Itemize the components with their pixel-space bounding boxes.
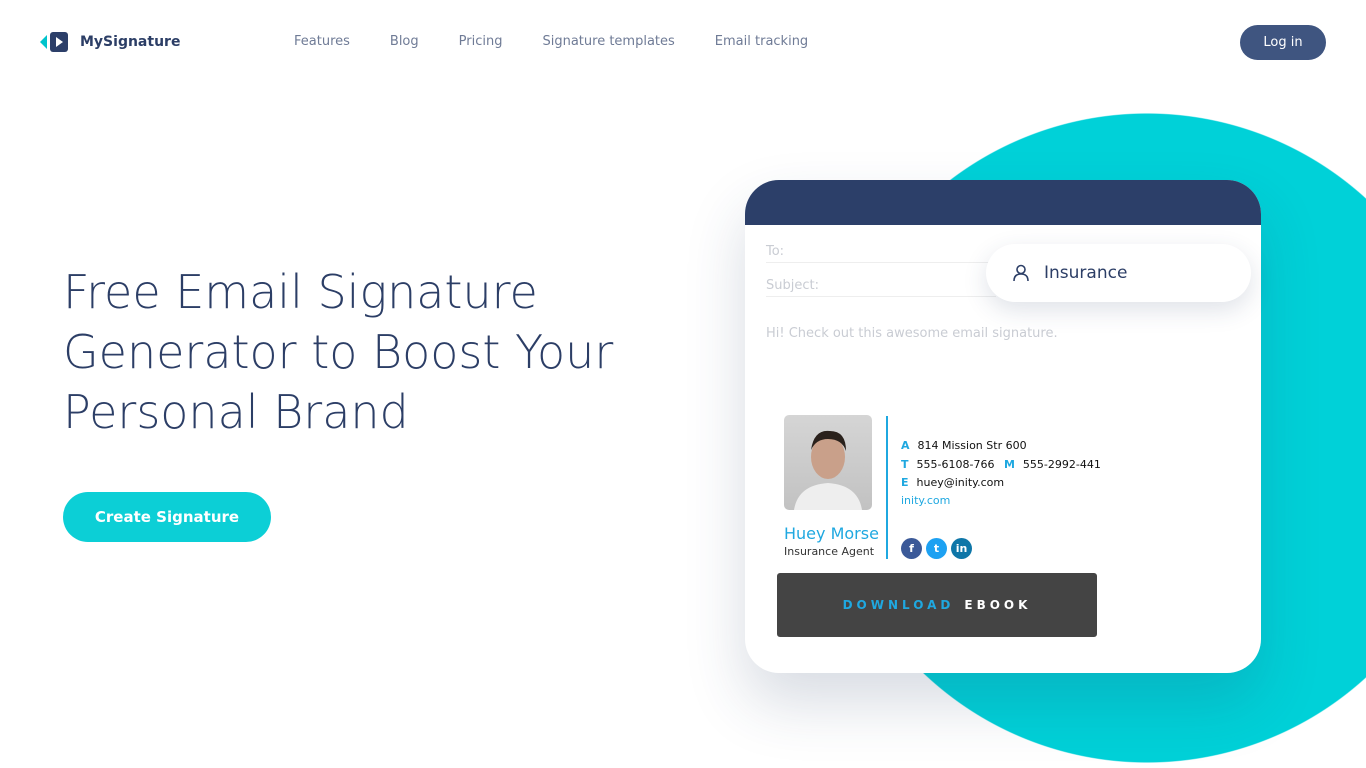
email: huey@inity.com bbox=[916, 476, 1005, 489]
message-text: Hi! Check out this awesome email signatu… bbox=[766, 326, 1058, 341]
twitter-icon[interactable]: t bbox=[926, 538, 947, 559]
address-line: A 814 Mission Str 600 bbox=[901, 439, 1027, 452]
user-icon bbox=[1013, 264, 1029, 282]
nav-email-tracking[interactable]: Email tracking bbox=[715, 34, 808, 49]
nav-features[interactable]: Features bbox=[294, 34, 350, 49]
signature-role: Insurance Agent bbox=[784, 545, 875, 558]
brand-logo[interactable]: MySignature bbox=[40, 32, 180, 52]
avatar bbox=[784, 415, 872, 510]
brand-name: MySignature bbox=[80, 34, 181, 50]
linkedin-icon[interactable]: in bbox=[951, 538, 972, 559]
create-signature-button[interactable]: Create Signature bbox=[63, 492, 271, 542]
main-nav: Features Blog Pricing Signature template… bbox=[294, 34, 808, 49]
nav-blog[interactable]: Blog bbox=[390, 34, 419, 49]
to-field: To: bbox=[766, 244, 996, 263]
email-label: E bbox=[901, 476, 909, 489]
mockup-header bbox=[745, 180, 1261, 225]
login-button[interactable]: Log in bbox=[1240, 25, 1326, 60]
phone: 555-6108-766 bbox=[916, 458, 995, 471]
category-label: Insurance bbox=[1044, 263, 1128, 283]
phone-line: T 555-6108-766 M 555-2992-441 bbox=[901, 458, 1101, 471]
phone-label: T bbox=[901, 458, 909, 471]
nav-signature-templates[interactable]: Signature templates bbox=[542, 34, 674, 49]
banner-download: DOWNLOAD bbox=[842, 598, 955, 612]
address: 814 Mission Str 600 bbox=[917, 439, 1027, 452]
facebook-icon[interactable]: f bbox=[901, 538, 922, 559]
logo-icon bbox=[40, 32, 68, 52]
address-label: A bbox=[901, 439, 910, 452]
download-ebook-banner[interactable]: DOWNLOAD EBOOK bbox=[777, 573, 1097, 637]
banner-ebook: EBOOK bbox=[964, 598, 1032, 612]
subject-field: Subject: bbox=[766, 278, 996, 297]
signature-name: Huey Morse bbox=[784, 524, 879, 543]
mobile-label: M bbox=[1003, 458, 1015, 471]
hero-title: Free Email Signature Generator to Boost … bbox=[63, 265, 614, 439]
website-link[interactable]: inity.com bbox=[901, 494, 950, 507]
category-pill[interactable]: Insurance bbox=[986, 244, 1251, 302]
social-icons: f t in bbox=[901, 538, 972, 559]
nav-pricing[interactable]: Pricing bbox=[459, 34, 503, 49]
mobile: 555-2992-441 bbox=[1022, 458, 1101, 471]
signature-divider bbox=[886, 416, 888, 559]
email-line: Ehuey@inity.com bbox=[901, 476, 1004, 489]
